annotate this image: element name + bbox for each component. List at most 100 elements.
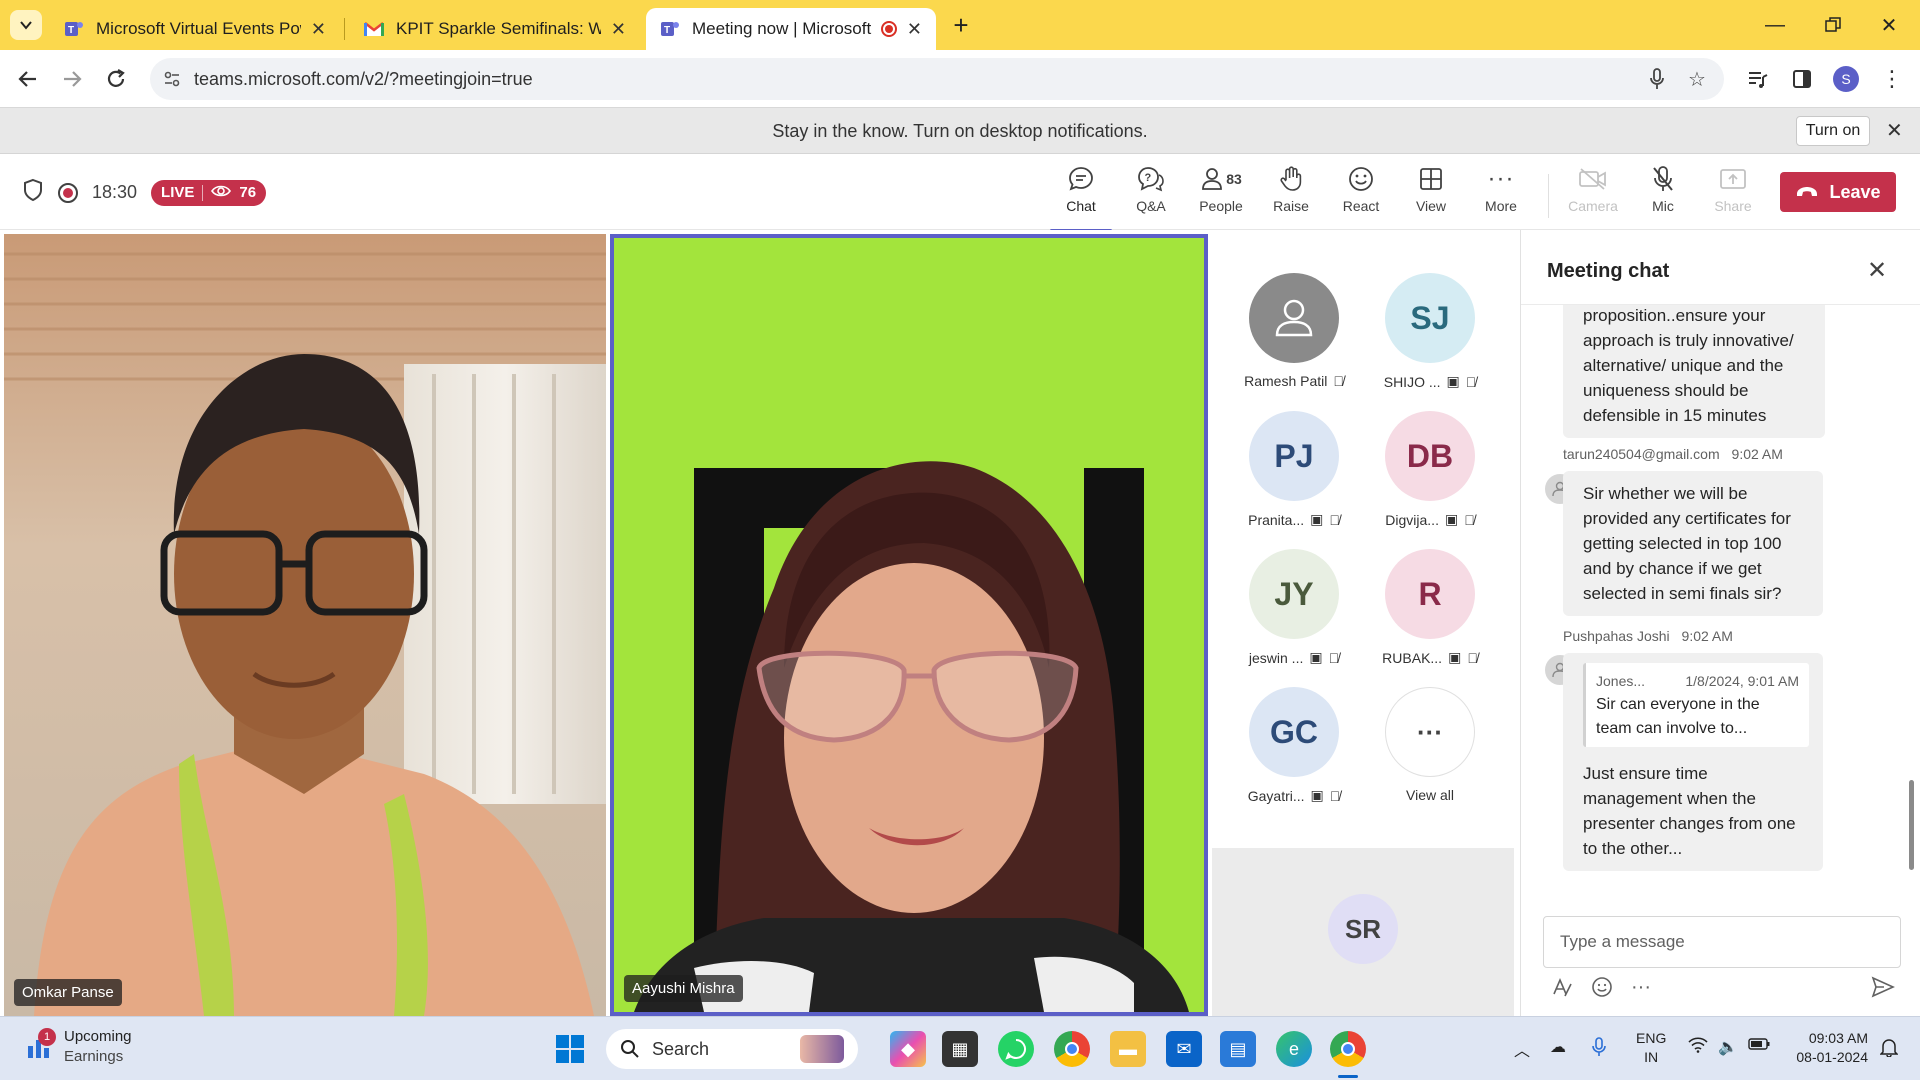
view-button[interactable]: View [1400,164,1462,226]
camera-label: Camera [1568,198,1618,214]
avatar: PJ [1249,411,1339,501]
chat-button[interactable]: Chat [1050,164,1112,232]
participant-label: RUBAK... ▣ 🎙̸ [1382,649,1478,666]
chat-icon [1068,164,1094,194]
close-icon[interactable]: ✕ [907,19,922,40]
side-panel-icon[interactable] [1786,63,1818,95]
video-tile-aayushi[interactable]: Aayushi Mishra [610,234,1208,1016]
reload-button[interactable] [100,63,132,95]
participant-tile[interactable]: Ramesh Patil 🎙̸ [1226,273,1362,399]
qa-button[interactable]: ? Q&A [1120,164,1182,226]
emoji-icon[interactable] [1591,976,1613,1004]
browser-tab-kpit-sparkle[interactable]: KPIT Sparkle Semifinals: What to ✕ [350,8,640,50]
react-label: React [1342,198,1380,214]
participant-tile[interactable]: JY jeswin ... ▣ 🎙̸ [1226,549,1362,675]
notification-bell-icon[interactable] [1879,1037,1899,1062]
chevron-up-icon[interactable]: ︿ [1514,1037,1530,1061]
participant-tile[interactable]: R RUBAK... ▣ 🎙̸ [1362,549,1498,675]
copilot-app-icon[interactable]: ◆ [890,1031,926,1067]
clock-date: 08-01-2024 [1796,1049,1868,1065]
grid-view-icon [1419,164,1443,194]
raise-label: Raise [1273,198,1309,214]
quoted-message[interactable]: Jones... 1/8/2024, 9:01 AM Sir can every… [1583,663,1809,747]
people-button[interactable]: 83 People [1190,164,1252,226]
browser-tab-meeting-now[interactable]: T Meeting now | Microsoft Teams ✕ [646,8,936,50]
microphone-icon[interactable] [1592,1037,1606,1062]
close-icon[interactable]: ✕ [1886,118,1903,143]
bookmark-star-icon[interactable]: ☆ [1682,64,1712,94]
participant-grid: Ramesh Patil 🎙̸ SJ SHIJO ... ▣ 🎙̸ PJ Pra… [1212,235,1514,845]
wifi-icon[interactable] [1688,1037,1708,1058]
raise-hand-button[interactable]: Raise [1260,164,1322,226]
restore-button[interactable] [1818,10,1848,40]
start-button[interactable] [552,1031,588,1067]
phone-hangup-icon [1797,187,1818,196]
send-icon[interactable] [1871,976,1895,1004]
store-icon[interactable]: ▤ [1220,1031,1256,1067]
chrome-icon[interactable] [1054,1031,1090,1067]
view-all-participants-button[interactable]: ··· View all [1362,687,1498,813]
mic-off-icon: 🎙̸ [1329,511,1340,528]
battery-icon[interactable] [1748,1037,1770,1055]
mic-button[interactable]: Mic [1632,164,1694,226]
camera-button[interactable]: Camera [1562,164,1624,226]
close-window-button[interactable]: ✕ [1874,10,1904,40]
back-button[interactable] [12,63,44,95]
participant-tile[interactable]: SJ SHIJO ... ▣ 🎙̸ [1362,273,1498,399]
microphone-icon[interactable] [1642,64,1672,94]
weather-widget[interactable]: 1 Upcoming Earnings [26,1027,132,1067]
quote-header: Jones... 1/8/2024, 9:01 AM [1596,669,1799,693]
browser-tab-virtual-events[interactable]: T Microsoft Virtual Events Powered ✕ [50,8,340,50]
participant-tile[interactable]: GC Gayatri... ▣ 🎙̸ [1226,687,1362,813]
participant-tile[interactable]: DB Digvija... ▣ 🎙̸ [1362,411,1498,537]
format-icon[interactable] [1551,976,1573,1004]
close-icon[interactable]: ✕ [611,19,626,40]
message-text: proposition..ensure your approach is tru… [1583,306,1794,425]
folder-icon[interactable]: ▬ [1110,1031,1146,1067]
more-options-icon[interactable]: ··· [1631,976,1651,999]
file-manager-icon[interactable]: ▦ [942,1031,978,1067]
camera-off-icon: ▣ [1444,511,1459,527]
minimize-button[interactable]: — [1760,10,1790,40]
participant-tile[interactable]: PJ Pranita... ▣ 🎙̸ [1226,411,1362,537]
site-settings-icon[interactable] [150,70,194,88]
mail-icon[interactable]: ✉ [1166,1031,1202,1067]
participant-name-tag: Omkar Panse [14,979,122,1006]
turn-on-notifications-button[interactable]: Turn on [1796,116,1870,146]
tab-search-dropdown[interactable] [10,10,42,40]
chat-scrollbar[interactable] [1909,780,1914,870]
participant-tile-sr[interactable]: SR [1212,848,1514,1016]
close-icon[interactable]: ✕ [311,19,326,40]
mic-off-icon: 🎙̸ [1464,511,1475,528]
meeting-status: 18:30 LIVE 76 [22,178,267,207]
chrome-profile-icon[interactable] [1330,1031,1366,1067]
onedrive-icon[interactable]: ☁ [1550,1037,1566,1057]
message-compose-box[interactable]: Type a message [1543,916,1901,968]
more-icon: ··· [1385,687,1475,777]
leave-button[interactable]: Leave [1780,172,1896,212]
address-bar[interactable]: teams.microsoft.com/v2/?meetingjoin=true… [150,58,1724,100]
profile-avatar[interactable]: S [1830,63,1862,95]
volume-icon[interactable]: 🔈 [1718,1037,1738,1057]
new-tab-button[interactable]: + [946,10,976,40]
whatsapp-icon[interactable] [998,1031,1034,1067]
video-tile-omkar[interactable]: Omkar Panse [4,234,606,1016]
forward-button[interactable] [56,63,88,95]
meeting-timer: 18:30 [92,182,138,202]
toolbar-divider [1548,174,1549,218]
more-button[interactable]: ··· More [1470,164,1532,226]
stocks-icon: 1 [26,1028,56,1060]
arrow-left-icon [18,71,36,87]
taskbar-search[interactable]: Search [606,1029,858,1069]
edge-icon[interactable]: e [1276,1031,1312,1067]
input-language[interactable]: ENG IN [1636,1029,1666,1067]
clock[interactable]: 09:03 AM 08-01-2024 [1784,1029,1868,1067]
media-controls-icon[interactable] [1742,63,1774,95]
share-button[interactable]: Share [1702,164,1764,226]
share-label: Share [1714,198,1752,214]
react-button[interactable]: React [1330,164,1392,226]
close-icon[interactable]: ✕ [1867,256,1887,285]
recording-icon [881,21,897,37]
region-code: IN [1644,1049,1659,1065]
browser-menu-button[interactable]: ⋮ [1876,63,1908,95]
